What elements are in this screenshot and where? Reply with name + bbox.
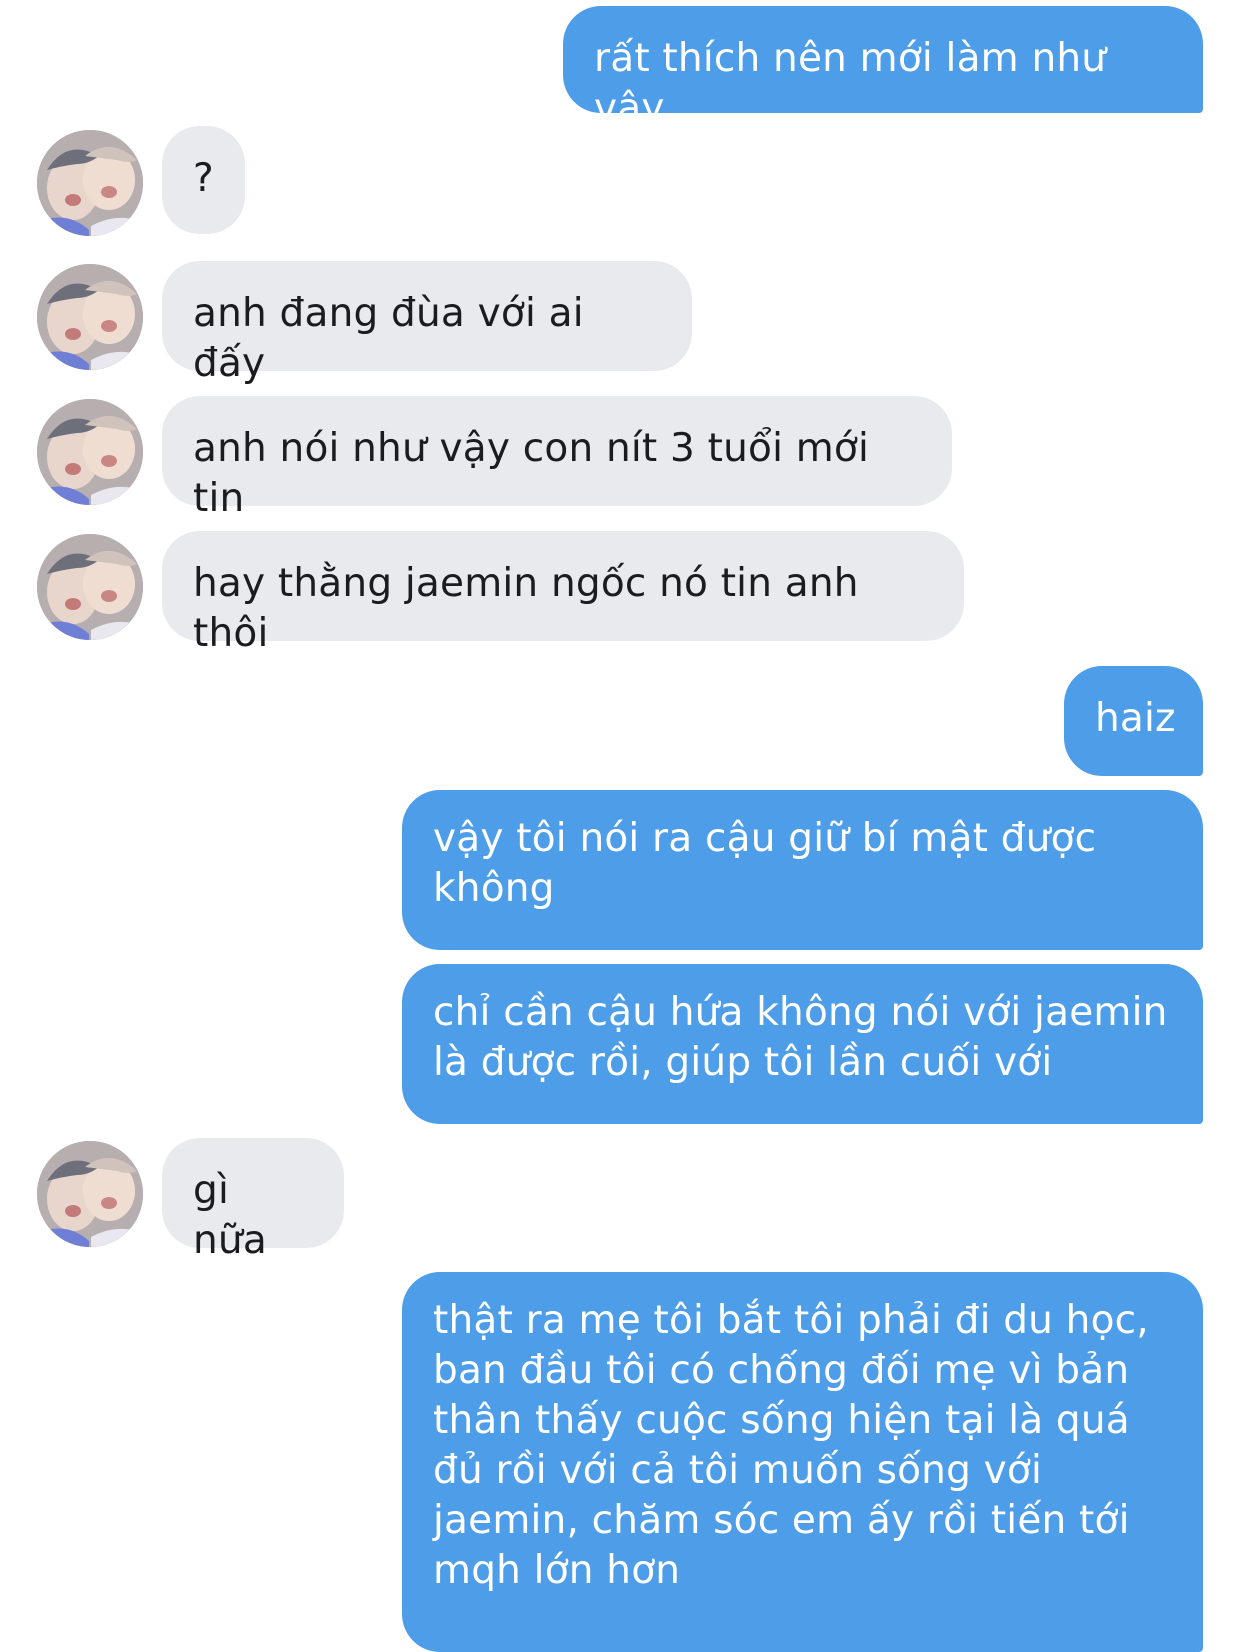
message-text: hay thằng jaemin ngốc nó tin anh thôi: [193, 561, 872, 656]
avatar-photo-icon: [37, 1141, 143, 1247]
message-text: gì nữa: [193, 1168, 267, 1263]
outgoing-message-bubble[interactable]: haiz: [1064, 666, 1203, 776]
avatar-photo-icon: [37, 130, 143, 236]
message-text: anh nói như vậy con nít 3 tuổi mới tin: [193, 426, 882, 521]
incoming-message-bubble[interactable]: hay thằng jaemin ngốc nó tin anh thôi: [162, 531, 964, 656]
incoming-message-bubble[interactable]: anh nói như vậy con nít 3 tuổi mới tin: [162, 396, 952, 521]
message-text: chỉ cần cậu hứa không nói với jaemin là …: [433, 990, 1181, 1085]
message-text: anh đang đùa với ai đấy: [193, 291, 597, 386]
message-text: vậy tôi nói ra cậu giữ bí mật được không: [433, 816, 1109, 911]
avatar-photo-icon: [37, 264, 143, 370]
contact-avatar[interactable]: [37, 130, 143, 236]
avatar-photo-icon: [37, 399, 143, 505]
outgoing-message-bubble[interactable]: thật ra mẹ tôi bắt tôi phải đi du học, b…: [402, 1272, 1203, 1652]
message-text: thật ra mẹ tôi bắt tôi phải đi du học, b…: [433, 1298, 1162, 1593]
outgoing-message-bubble[interactable]: chỉ cần cậu hứa không nói với jaemin là …: [402, 964, 1203, 1124]
outgoing-message-bubble[interactable]: rất thích nên mới làm như vậy: [563, 6, 1203, 131]
incoming-message-bubble[interactable]: ?: [162, 126, 245, 234]
message-text: rất thích nên mới làm như vậy: [594, 36, 1119, 131]
message-text: ?: [193, 156, 214, 201]
contact-avatar[interactable]: [37, 534, 143, 640]
contact-avatar[interactable]: [37, 264, 143, 370]
contact-avatar[interactable]: [37, 1141, 143, 1247]
message-thread: rất thích nên mới làm như vậy ? anh đang…: [0, 0, 1242, 1652]
incoming-message-bubble[interactable]: gì nữa: [162, 1138, 344, 1263]
message-text: haiz: [1095, 696, 1176, 741]
incoming-message-bubble[interactable]: anh đang đùa với ai đấy: [162, 261, 692, 386]
avatar-photo-icon: [37, 534, 143, 640]
contact-avatar[interactable]: [37, 399, 143, 505]
outgoing-message-bubble[interactable]: vậy tôi nói ra cậu giữ bí mật được không: [402, 790, 1203, 950]
